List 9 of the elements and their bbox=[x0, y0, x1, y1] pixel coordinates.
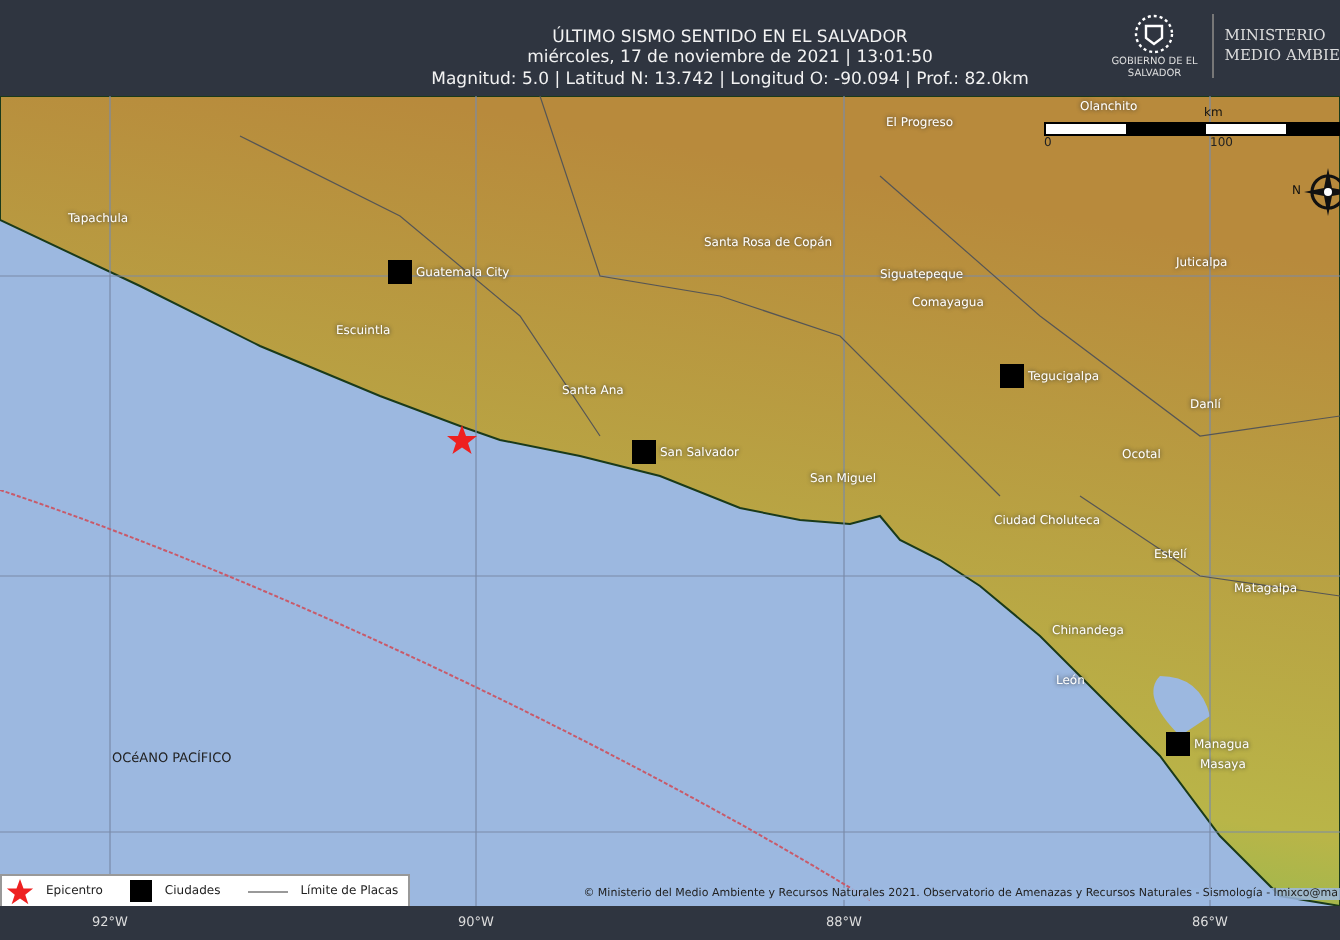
square-icon bbox=[130, 880, 153, 902]
star-icon bbox=[6, 877, 34, 905]
epicenter-star-icon bbox=[446, 424, 478, 456]
event-date: miércoles, 17 de noviembre de 2021 | 13:01:50 bbox=[527, 48, 933, 69]
map-title: ÚLTIMO SISMO SENTIDO EN EL SALVADOR bbox=[552, 27, 908, 48]
line-icon bbox=[248, 887, 289, 895]
emblem-icon bbox=[1132, 12, 1177, 56]
compass-icon bbox=[1304, 168, 1340, 216]
event-details: Magnitud: 5.0 | Latitud N: 13.742 | Longitud O: -90.094 | Prof.: 82.0km bbox=[431, 69, 1029, 90]
